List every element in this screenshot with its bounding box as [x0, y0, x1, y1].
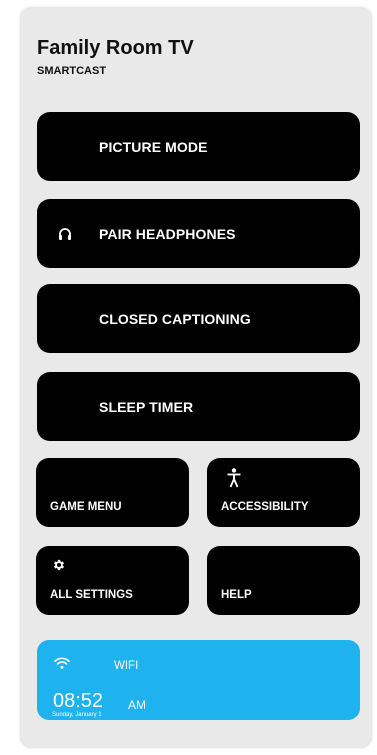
clock-ampm: AM	[128, 698, 146, 712]
accessibility-person-icon	[227, 468, 241, 493]
wifi-icon	[54, 656, 70, 674]
wifi-label: WIFI	[114, 660, 139, 672]
game-menu-button[interactable]: GAME MENU	[36, 458, 189, 527]
quick-menu-panel: Family Room TV SMARTCAST PICTURE MODE PA…	[21, 8, 371, 747]
accessibility-label: ACCESSIBILITY	[221, 501, 309, 513]
sleep-timer-label: SLEEP TIMER	[99, 398, 194, 415]
all-settings-label: ALL SETTINGS	[50, 589, 133, 601]
help-button[interactable]: HELP	[207, 546, 360, 615]
status-card: WIFI 08:52 AM Sunday, January 1	[37, 640, 360, 720]
clock-time: 08:52	[53, 690, 104, 712]
gear-icon	[52, 558, 66, 577]
closed-captioning-label: CLOSED CAPTIONING	[99, 310, 251, 327]
help-label: HELP	[221, 589, 252, 601]
headphones-icon	[58, 199, 72, 268]
closed-captioning-button[interactable]: CLOSED CAPTIONING	[37, 284, 360, 353]
picture-mode-label: PICTURE MODE	[99, 138, 208, 155]
device-title: Family Room TV	[37, 37, 194, 59]
game-menu-label: GAME MENU	[50, 501, 122, 513]
accessibility-button[interactable]: ACCESSIBILITY	[207, 458, 360, 527]
sleep-timer-button[interactable]: SLEEP TIMER	[37, 372, 360, 441]
pair-headphones-label: PAIR HEADPHONES	[99, 225, 236, 242]
device-subtitle: SMARTCAST	[37, 65, 107, 77]
pair-headphones-button[interactable]: PAIR HEADPHONES	[37, 199, 360, 268]
clock-date: Sunday, January 1	[52, 712, 102, 718]
all-settings-button[interactable]: ALL SETTINGS	[36, 546, 189, 615]
picture-mode-button[interactable]: PICTURE MODE	[37, 112, 360, 181]
